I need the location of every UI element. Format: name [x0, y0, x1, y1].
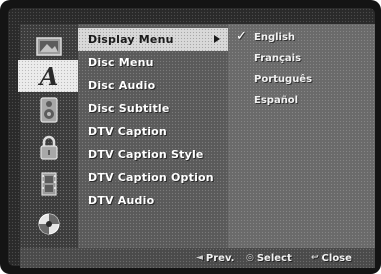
- category-audio[interactable]: [20, 94, 78, 126]
- menu-item-label: Disc Audio: [88, 79, 156, 92]
- menu-item-disc-subtitle[interactable]: Disc Subtitle: [78, 97, 228, 120]
- return-icon: ↩: [311, 253, 319, 263]
- category-icon-bar: A: [18, 24, 80, 248]
- prev-button[interactable]: ◄ Prev.: [196, 251, 234, 265]
- menu-item-label: Disc Subtitle: [88, 102, 170, 115]
- category-lock[interactable]: [20, 132, 78, 164]
- film-icon: [41, 172, 57, 196]
- option-portugues[interactable]: Português: [228, 69, 375, 90]
- menu-item-dtv-audio[interactable]: DTV Audio: [78, 189, 228, 212]
- disc-icon: [38, 213, 60, 235]
- enter-icon: ◎: [246, 253, 254, 263]
- select-label: Select: [256, 252, 292, 264]
- menu-item-label: DTV Caption Style: [88, 148, 204, 161]
- menu-item-label: DTV Caption Option: [88, 171, 214, 184]
- close-button[interactable]: ↩ Close: [311, 251, 352, 265]
- lock-icon: [40, 135, 58, 160]
- option-label: Português: [254, 74, 313, 85]
- picture-icon: [36, 37, 62, 56]
- option-label: Español: [254, 95, 299, 106]
- menu-item-label: Display Menu: [88, 33, 174, 46]
- audio-speaker-icon: [40, 97, 58, 123]
- category-picture[interactable]: [20, 30, 78, 62]
- menu-item-dtv-caption-option[interactable]: DTV Caption Option: [78, 166, 228, 189]
- menu-item-disc-audio[interactable]: Disc Audio: [78, 74, 228, 97]
- option-label: Français: [254, 53, 302, 64]
- category-language[interactable]: A: [18, 60, 80, 92]
- checkmark-icon: ✓: [236, 29, 247, 44]
- category-film[interactable]: [20, 168, 78, 200]
- option-label: English: [254, 32, 296, 43]
- select-button[interactable]: ◎ Select: [246, 251, 292, 265]
- menu-item-disc-menu[interactable]: Disc Menu: [78, 51, 228, 74]
- menu-item-label: DTV Caption: [88, 125, 167, 138]
- option-francais[interactable]: Français: [228, 48, 375, 69]
- menu-item-label: DTV Audio: [88, 194, 155, 207]
- arrow-left-icon: ◄: [196, 253, 203, 263]
- chevron-right-icon: [214, 35, 220, 43]
- menu-item-display-menu[interactable]: Display Menu: [78, 28, 228, 51]
- category-disc[interactable]: [20, 208, 78, 240]
- menu-item-dtv-caption-style[interactable]: DTV Caption Style: [78, 143, 228, 166]
- language-icon: A: [39, 61, 59, 91]
- language-menu-list: Display Menu Disc Menu Disc Audio Disc S…: [78, 24, 228, 248]
- menu-item-label: Disc Menu: [88, 56, 154, 69]
- close-label: Close: [321, 252, 352, 264]
- menu-item-dtv-caption[interactable]: DTV Caption: [78, 120, 228, 143]
- option-espanol[interactable]: Español: [228, 90, 375, 111]
- osd-screen: A Display Menu Disc Menu Disc Audio Disc…: [0, 0, 381, 274]
- footer-bar: ◄ Prev. ◎ Select ↩ Close: [20, 248, 375, 268]
- option-english[interactable]: ✓ English: [228, 27, 375, 48]
- prev-label: Prev.: [205, 252, 235, 264]
- language-option-list: ✓ English Français Português Español: [228, 24, 375, 248]
